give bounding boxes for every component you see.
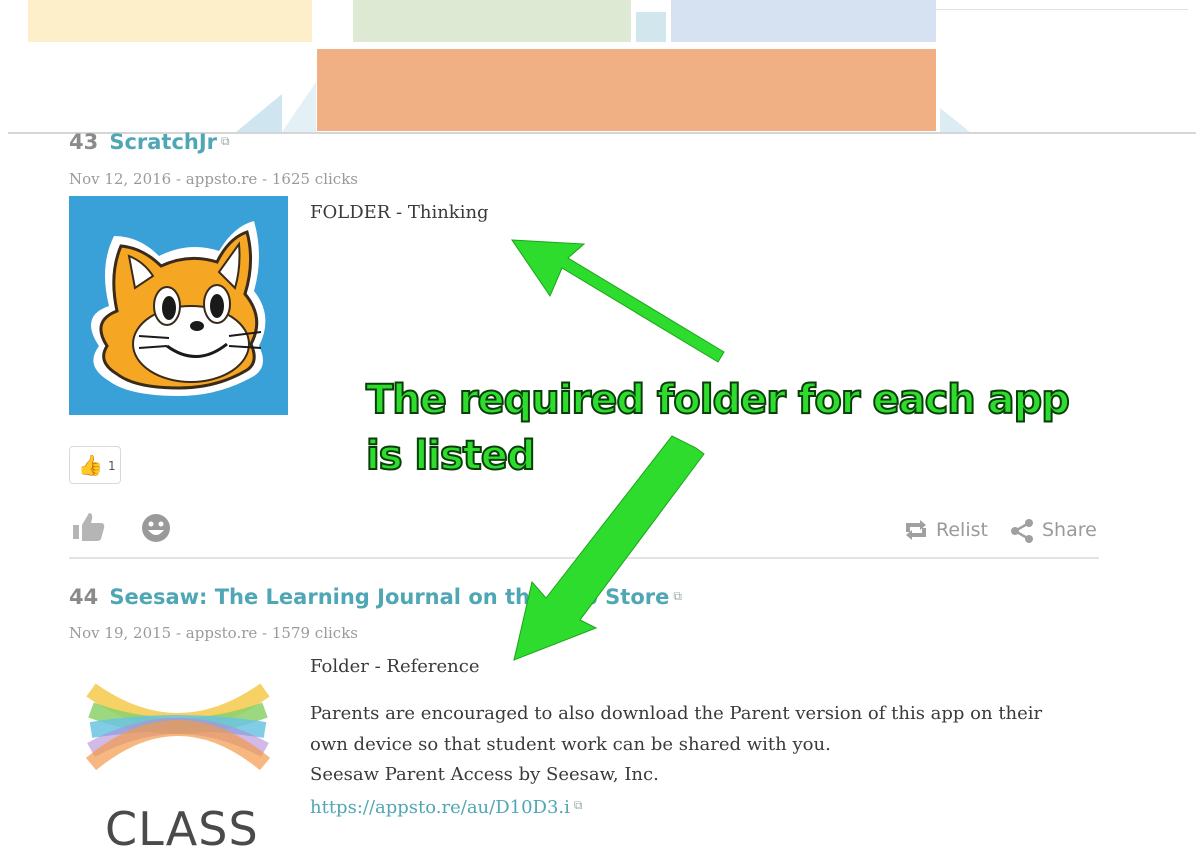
annotation-arrows [511, 239, 725, 661]
annotation-caption-line2: is listed [365, 432, 537, 480]
annotation-caption-line1: The required folder for each app [365, 376, 1071, 424]
